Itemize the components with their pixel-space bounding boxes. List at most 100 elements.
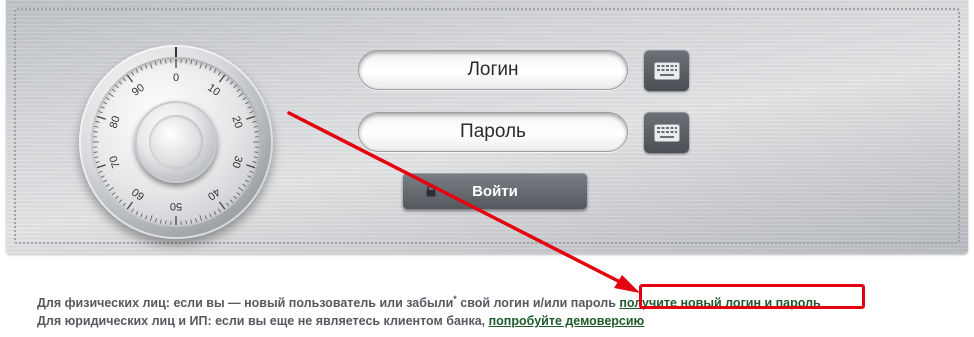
dial-tick — [249, 111, 254, 114]
dial-tick — [218, 74, 226, 83]
dial-tick — [94, 126, 99, 128]
dial-tick — [105, 97, 110, 100]
dial-tick — [111, 88, 116, 92]
dial-tick — [145, 64, 148, 69]
dial-tick — [229, 199, 234, 203]
dial-tick — [254, 131, 259, 133]
dial-number: 60 — [130, 185, 147, 202]
try-demo-link[interactable]: попробуйте демоверсию — [489, 314, 645, 328]
dial-number: 30 — [229, 154, 244, 169]
login-input[interactable] — [359, 50, 627, 90]
dial-tick — [190, 60, 192, 65]
dial-number: 70 — [108, 154, 123, 169]
dial-tick — [108, 186, 114, 192]
dial-tick — [252, 161, 257, 163]
dial-tick — [218, 201, 226, 210]
dial-number: 10 — [205, 82, 222, 99]
keyboard-icon — [653, 61, 680, 80]
dial-tick — [218, 71, 221, 76]
dial-tick — [218, 208, 221, 213]
annotation-highlight-box — [639, 284, 865, 309]
info-companies-text: Для юридических лиц и ИП: если вы еще не… — [37, 314, 489, 329]
dial-tick — [213, 211, 217, 215]
dial-number: 50 — [170, 200, 182, 212]
dial-tick — [105, 184, 110, 187]
dial-tick — [94, 156, 99, 158]
dial-tick — [155, 61, 157, 66]
virtual-keyboard-password-button[interactable] — [644, 112, 689, 153]
dial-tick — [204, 64, 207, 69]
dial-number: 20 — [229, 115, 244, 130]
dial-tick — [247, 106, 252, 109]
login-submit-button[interactable]: Войти — [403, 173, 587, 209]
dial-tick — [135, 211, 139, 215]
dial-tick — [236, 192, 241, 196]
dial-tick — [150, 215, 153, 222]
dial-tick — [252, 121, 257, 123]
dial-tick — [115, 84, 119, 89]
dial-tick — [126, 201, 134, 210]
dial-tick — [165, 220, 167, 225]
dial-tick — [103, 179, 107, 183]
dial-tick — [135, 69, 139, 73]
dial-tick — [155, 218, 157, 223]
dial-tick — [204, 215, 207, 220]
dial-tick — [233, 195, 237, 200]
dial-tick — [122, 202, 126, 207]
login-field[interactable] — [358, 50, 628, 90]
info-companies: Для юридических лиц и ИП: если вы еще не… — [37, 312, 821, 330]
dial-tick — [131, 71, 134, 76]
dial-tick — [246, 164, 256, 169]
dial-tick — [115, 195, 119, 200]
dial-tick — [103, 101, 107, 105]
dial-tick — [199, 215, 202, 222]
dial-tick — [199, 62, 202, 69]
dial-tick — [122, 77, 126, 82]
dial-knob — [135, 101, 217, 183]
dial-tick — [118, 81, 123, 85]
login-submit-label: Войти — [472, 182, 518, 200]
dial-tick — [108, 92, 114, 98]
dial-tick — [96, 115, 106, 120]
dial-number: 80 — [108, 115, 123, 130]
dial-tick — [160, 60, 162, 65]
dial-tick — [246, 115, 256, 120]
login-panel: 0 10 20 30 40 50 60 70 80 90 Логин Войти — [6, 0, 968, 254]
dial-number: 0 — [173, 72, 179, 84]
dial-tick — [131, 208, 134, 213]
dial-tick — [185, 59, 187, 64]
keyboard-icon — [653, 123, 680, 142]
dial-tick — [95, 121, 100, 123]
dial-tick — [245, 101, 249, 105]
info-individuals-text-after: свой логин и/или пароль — [456, 296, 620, 311]
dial-tick — [190, 219, 192, 224]
dial-tick — [195, 218, 197, 223]
dial-tick — [209, 213, 212, 218]
dial-tick — [111, 192, 116, 196]
dial-tick — [160, 219, 162, 224]
virtual-keyboard-login-button[interactable] — [644, 50, 689, 91]
dial-knob-center — [149, 115, 203, 169]
dial-tick — [150, 62, 153, 69]
dial-tick — [249, 170, 254, 173]
dial-tick — [238, 92, 244, 98]
dial-tick — [93, 151, 98, 153]
dial-tick — [247, 175, 252, 178]
dial-tick — [245, 179, 249, 183]
dial-tick — [98, 170, 103, 173]
info-individuals-text: Для физических лиц: если вы — новый поль… — [37, 296, 454, 311]
dial-tick — [126, 74, 134, 83]
dial-tick — [145, 215, 148, 220]
password-field[interactable] — [358, 112, 628, 152]
dial-tick — [98, 111, 103, 114]
lock-icon — [426, 185, 436, 197]
dial-tick — [254, 151, 259, 153]
dial-tick — [226, 202, 230, 207]
dial-tick — [253, 126, 258, 128]
dial-tick — [140, 66, 143, 71]
password-input[interactable] — [359, 112, 627, 152]
dial-tick — [209, 66, 212, 71]
dial-number: 40 — [205, 185, 222, 202]
dial-tick — [185, 220, 187, 225]
dial-tick — [242, 184, 247, 187]
